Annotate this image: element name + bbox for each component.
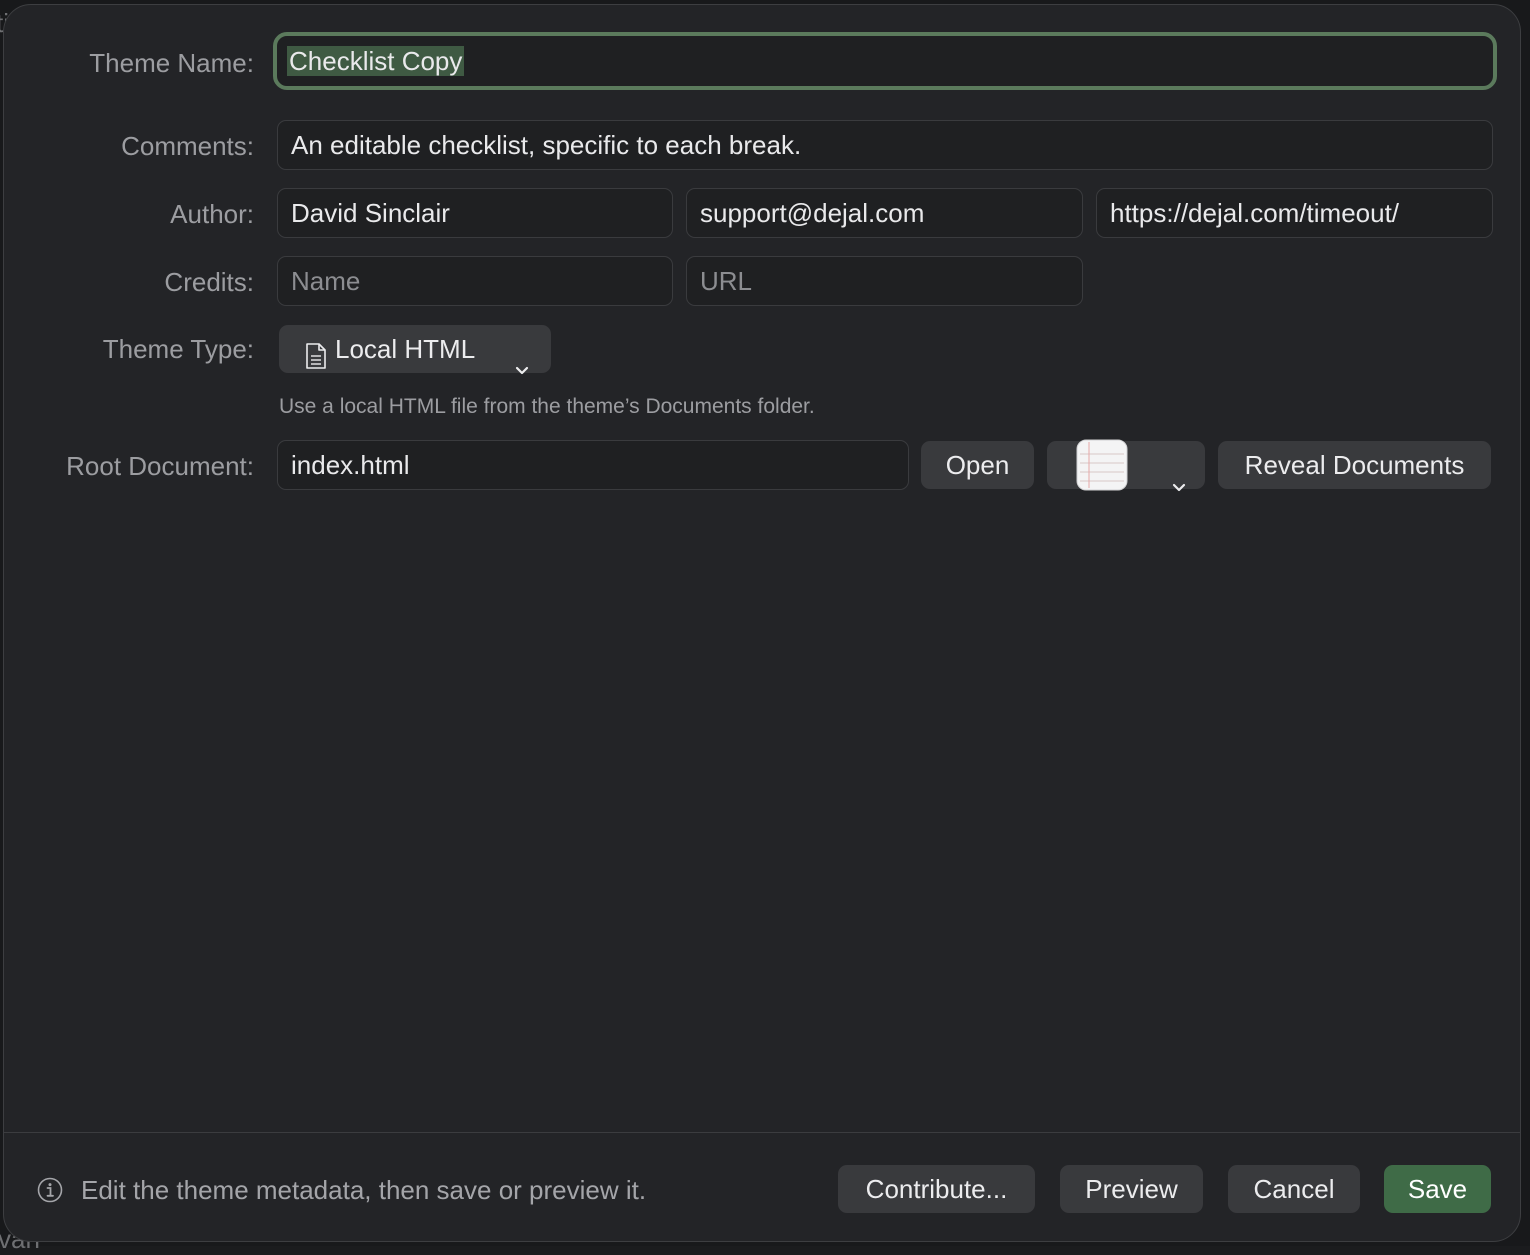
theme-name-field[interactable]: Checklist Copy: [273, 32, 1497, 90]
author-label: Author:: [170, 199, 254, 229]
theme-type-value: Local HTML: [335, 334, 476, 364]
theme-name-value: Checklist Copy: [287, 46, 465, 76]
footer-divider: [4, 1132, 1520, 1133]
save-button[interactable]: Save: [1384, 1165, 1491, 1213]
theme-editor-sheet: Theme Name: Checklist Copy Comments: An …: [3, 4, 1521, 1242]
comments-field[interactable]: An editable checklist, specific to each …: [277, 120, 1493, 170]
preview-button[interactable]: Preview: [1060, 1165, 1203, 1213]
author-name-field[interactable]: David Sinclair: [277, 188, 673, 238]
credits-label: Credits:: [164, 267, 254, 297]
chevron-down-icon: [515, 343, 529, 375]
credits-url-field[interactable]: URL: [686, 256, 1083, 306]
chevron-down-icon: [1172, 460, 1186, 492]
info-icon: [37, 1177, 63, 1203]
root-document-label: Root Document:: [66, 451, 254, 481]
theme-name-label: Theme Name:: [89, 48, 254, 78]
credits-name-field[interactable]: Name: [277, 256, 673, 306]
theme-type-help-text: Use a local HTML file from the theme’s D…: [279, 395, 815, 418]
contribute-button[interactable]: Contribute...: [838, 1165, 1035, 1213]
open-with-app-popup[interactable]: [1047, 439, 1205, 492]
author-url-field[interactable]: https://dejal.com/timeout/: [1096, 188, 1493, 238]
footer-status-text: Edit the theme metadata, then save or pr…: [81, 1175, 647, 1205]
root-document-field[interactable]: index.html: [277, 440, 909, 490]
cancel-button[interactable]: Cancel: [1228, 1165, 1360, 1213]
document-icon: [305, 336, 327, 369]
theme-type-label: Theme Type:: [102, 334, 254, 364]
textedit-icon: [1076, 439, 1128, 491]
comments-label: Comments:: [121, 131, 254, 161]
author-email-field[interactable]: support@dejal.com: [686, 188, 1083, 238]
theme-type-popup[interactable]: Local HTML: [279, 325, 551, 375]
open-button[interactable]: Open: [921, 441, 1034, 489]
reveal-documents-button[interactable]: Reveal Documents: [1218, 441, 1491, 489]
